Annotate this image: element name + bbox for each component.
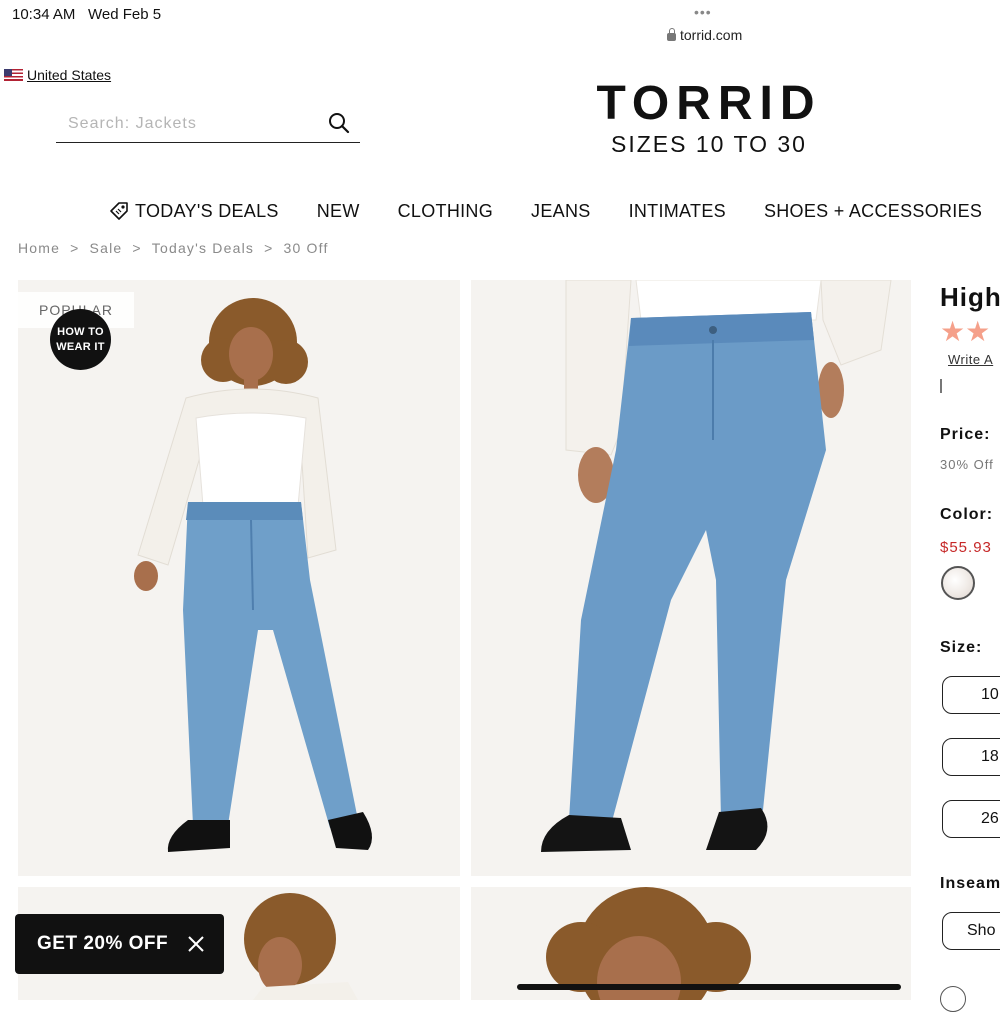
inseam-value: Sho xyxy=(967,922,996,939)
breadcrumb-separator: > xyxy=(132,240,142,256)
logo-wordmark: TORRID xyxy=(596,77,822,130)
size-value: 10 xyxy=(981,686,999,703)
promo-label: GET 20% OFF xyxy=(37,933,169,954)
breadcrumb-separator: > xyxy=(264,240,274,256)
rating-stars[interactable]: ★★ xyxy=(940,318,990,346)
status-date: Wed Feb 5 xyxy=(88,6,162,23)
price-note: 30% Off xyxy=(940,457,994,472)
color-label: Color: xyxy=(940,506,994,523)
nav-item-intimates[interactable]: INTIMATES xyxy=(629,201,726,222)
search-input[interactable] xyxy=(66,114,320,134)
country-label[interactable]: United States xyxy=(27,67,111,83)
home-indicator[interactable] xyxy=(517,984,901,990)
search-bar xyxy=(56,106,360,143)
inseam-label: Inseam xyxy=(940,875,1000,892)
search-icon[interactable] xyxy=(328,112,350,134)
tag-icon xyxy=(110,202,128,220)
jeans-closeup-illustration xyxy=(471,280,911,876)
nav-label: INTIMATES xyxy=(628,200,726,221)
logo-tagline: SIZES 10 TO 30 xyxy=(611,131,807,157)
product-title: High xyxy=(940,282,1000,312)
breadcrumb-30-off[interactable]: 30 Off xyxy=(283,240,328,256)
how-to-wear-it-button[interactable]: HOW TO WEAR IT xyxy=(50,309,111,370)
main-nav: TODAY'S DEALS NEW CLOTHING JEANS INTIMAT… xyxy=(108,200,1000,222)
nav-label: CLOTHING xyxy=(397,200,494,221)
size-option-18[interactable]: 18 xyxy=(942,738,1000,776)
how-to-line1: HOW TO xyxy=(57,325,104,338)
radio-button[interactable] xyxy=(940,986,966,1012)
nav-item-todays-deals[interactable]: TODAY'S DEALS xyxy=(108,200,279,222)
url-text: torrid.com xyxy=(680,27,743,43)
country-selector[interactable]: United States xyxy=(4,67,111,83)
breadcrumb-todays-deals[interactable]: Today's Deals xyxy=(152,240,254,256)
divider xyxy=(940,379,942,393)
nav-item-jeans[interactable]: JEANS xyxy=(531,201,591,222)
status-time: 10:34 AM xyxy=(12,6,76,23)
breadcrumb-home[interactable]: Home xyxy=(18,240,60,256)
size-value: 18 xyxy=(981,748,999,765)
site-logo[interactable]: TORRID SIZES 10 TO 30 xyxy=(578,77,840,158)
write-review-link[interactable]: Write A xyxy=(948,352,993,367)
address-bar[interactable]: torrid.com xyxy=(667,27,742,43)
nav-label: JEANS xyxy=(531,200,591,221)
nav-item-shoes-accessories[interactable]: SHOES + ACCESSORIES xyxy=(764,201,982,222)
how-to-line2: WEAR IT xyxy=(56,340,105,353)
browser-menu-dots[interactable]: ••• xyxy=(694,4,712,20)
close-icon[interactable] xyxy=(186,934,206,954)
nav-label: NEW xyxy=(316,200,360,221)
nav-item-clothing[interactable]: CLOTHING xyxy=(398,201,493,222)
sale-price: $55.93 xyxy=(940,539,992,556)
size-option-10[interactable]: 10 xyxy=(942,676,1000,714)
nav-label: TODAY'S DEALS xyxy=(135,200,279,221)
price-label: Price: xyxy=(940,426,991,443)
inseam-option-short[interactable]: Sho xyxy=(942,912,1000,950)
product-image-2[interactable] xyxy=(471,280,911,876)
promo-banner[interactable]: GET 20% OFF xyxy=(15,914,224,974)
nav-item-new[interactable]: NEW xyxy=(317,201,360,222)
size-option-26[interactable]: 26 xyxy=(942,800,1000,838)
nav-label: SHOES + ACCESSORIES xyxy=(763,200,983,221)
star-icon: ★★ xyxy=(940,316,991,347)
breadcrumb-sale[interactable]: Sale xyxy=(90,240,123,256)
lock-icon xyxy=(667,28,676,41)
breadcrumb-separator: > xyxy=(70,240,80,256)
us-flag-icon xyxy=(4,69,23,81)
breadcrumb: Home > Sale > Today's Deals > 30 Off xyxy=(18,240,329,256)
size-value: 26 xyxy=(981,810,999,827)
color-swatch[interactable] xyxy=(941,566,975,600)
size-label: Size: xyxy=(940,639,983,656)
